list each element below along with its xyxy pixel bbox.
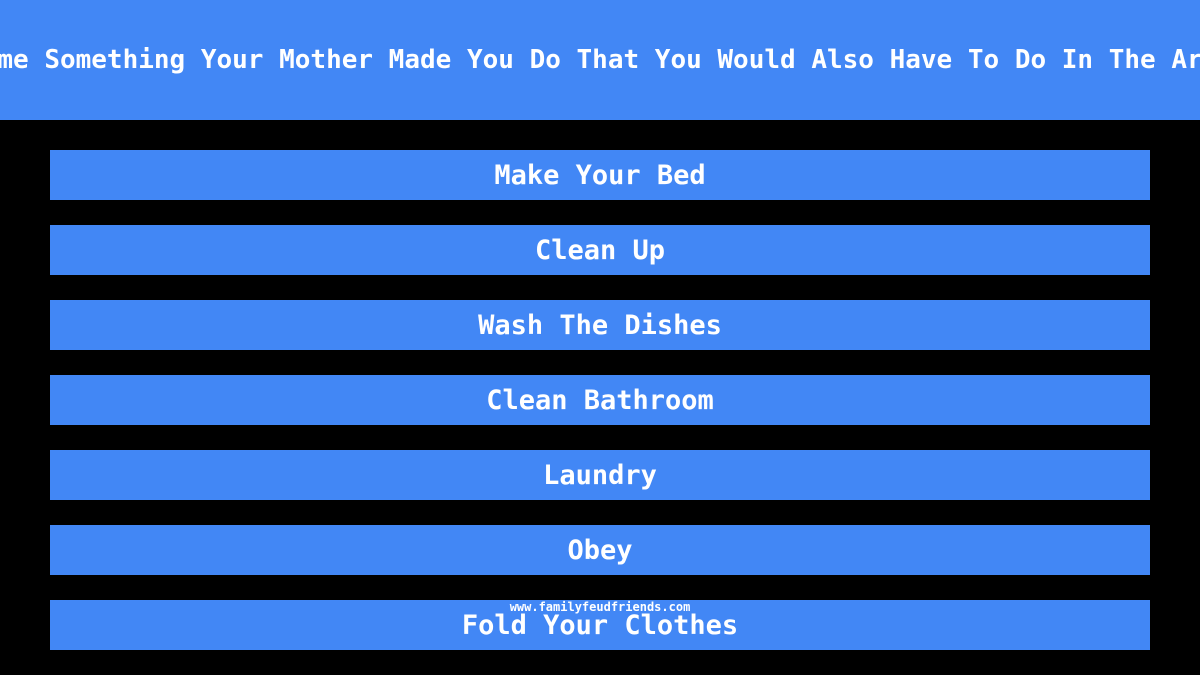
question-header: Name Something Your Mother Made You Do T…	[0, 0, 1200, 120]
answer-item: Obey	[50, 525, 1150, 575]
answer-label: Laundry	[543, 459, 657, 491]
answer-item: Make Your Bed	[50, 150, 1150, 200]
answer-label: Fold Your Clothes	[461, 609, 739, 641]
answer-label: Obey	[567, 534, 633, 566]
question-title: Name Something Your Mother Made You Do T…	[0, 45, 1200, 75]
answer-item: Clean Up	[50, 225, 1150, 275]
answer-list: Make Your Bed Clean Up Wash The Dishes C…	[50, 150, 1150, 675]
answer-item: Wash The Dishes	[50, 300, 1150, 350]
answer-label: Wash The Dishes	[478, 309, 722, 341]
answer-label: Clean Bathroom	[486, 384, 714, 416]
answer-item: Clean Bathroom	[50, 375, 1150, 425]
answer-label: Clean Up	[534, 234, 666, 266]
answer-label: Make Your Bed	[494, 159, 706, 191]
site-watermark: www.familyfeudfriends.com	[509, 600, 691, 614]
answer-item: Laundry	[50, 450, 1150, 500]
